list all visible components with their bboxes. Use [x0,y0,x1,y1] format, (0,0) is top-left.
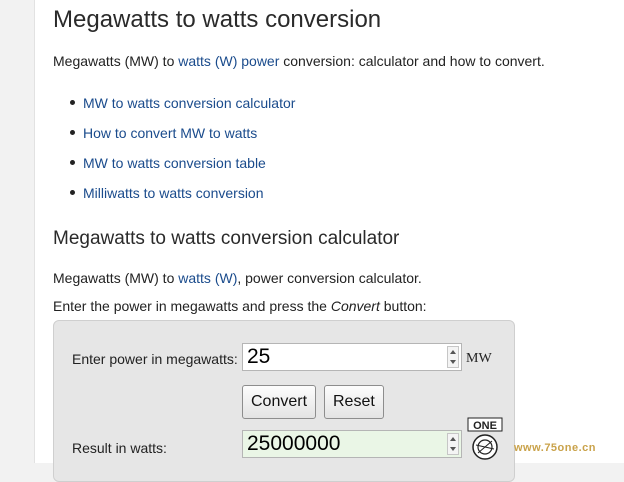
toc-link-how-to-convert[interactable]: How to convert MW to watts [83,125,257,141]
toc-item: Milliwatts to watts conversion [53,178,295,208]
toc-item: How to convert MW to watts [53,118,295,148]
megawatts-input[interactable]: 25 [242,343,462,371]
watermark: ONE www.75one.cn [462,412,624,463]
instruction-text: Enter the power in megawatts and press t… [53,298,427,314]
watermark-logo-icon: ONE [467,417,503,460]
megawatts-input-value: 25 [247,345,271,368]
calc-intro-suffix: , power conversion calculator. [237,270,422,286]
page: Megawatts to watts conversion Megawatts … [34,0,624,482]
spin-up-icon[interactable] [450,350,456,354]
calculator-heading: Megawatts to watts conversion calculator [53,228,400,249]
page-title: Megawatts to watts conversion [53,6,382,33]
intro-paragraph: Megawatts (MW) to watts (W) power conver… [53,53,545,69]
input-label: Enter power in megawatts: [72,351,238,367]
spin-down-icon[interactable] [450,360,456,364]
toc-link-milliwatts[interactable]: Milliwatts to watts conversion [83,185,264,201]
unit-label: MW [466,351,492,366]
calc-intro-prefix: Megawatts (MW) to [53,270,179,286]
toc-link-calculator[interactable]: MW to watts conversion calculator [83,95,295,111]
toc-item: MW to watts conversion calculator [53,88,295,118]
intro-prefix: Megawatts (MW) to [53,53,179,69]
instruction-prefix: Enter the power in megawatts and press t… [53,298,331,314]
result-spinner [447,433,459,455]
result-output: 25000000 [242,430,462,458]
calculator-intro: Megawatts (MW) to watts (W), power conve… [53,270,422,286]
toc-link-conversion-table[interactable]: MW to watts conversion table [83,155,266,171]
result-label: Result in watts: [72,440,167,456]
watts-link[interactable]: watts (W) [178,270,237,286]
watts-power-link[interactable]: watts (W) power [178,53,279,69]
input-spinner[interactable] [447,346,459,368]
result-value: 25000000 [247,432,341,455]
watermark-url: www.75one.cn [514,442,597,454]
table-of-contents: MW to watts conversion calculator How to… [53,88,295,208]
instruction-emphasis: Convert [330,298,380,314]
intro-suffix: conversion: calculator and how to conver… [279,53,545,69]
watermark-logo-text: ONE [473,420,497,432]
calculator-panel: Enter power in megawatts: 25 MW Convert … [53,320,515,482]
spin-down-icon [450,447,456,451]
reset-button[interactable]: Reset [324,385,384,419]
instruction-suffix: button: [379,298,427,314]
convert-button[interactable]: Convert [242,385,317,419]
toc-item: MW to watts conversion table [53,148,295,178]
spin-up-icon [450,437,456,441]
